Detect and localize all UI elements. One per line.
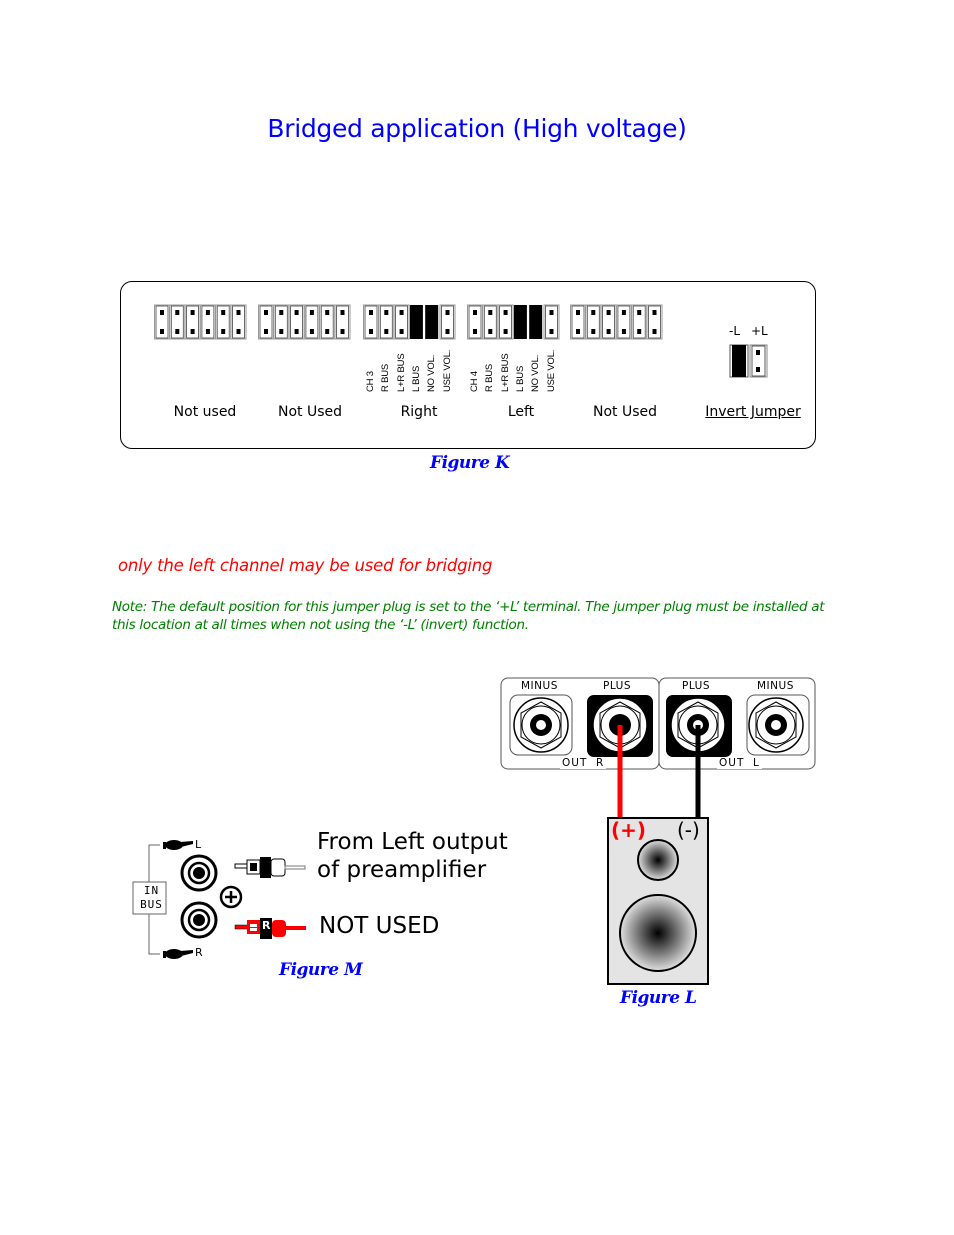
pin-label: L BUS bbox=[410, 365, 422, 392]
binding-post-l-minus bbox=[746, 694, 810, 756]
figure-l-caption: Figure L bbox=[620, 988, 697, 1008]
jumper-pin-5-5[interactable] bbox=[631, 304, 648, 340]
jumper-pin-5-3[interactable] bbox=[600, 304, 617, 340]
jumper-pin-5-6[interactable] bbox=[646, 304, 663, 340]
jumper-pin-3-1[interactable] bbox=[363, 304, 379, 340]
pointer-hand-l-icon bbox=[163, 840, 193, 850]
pin-label: NO VOL. bbox=[426, 354, 438, 392]
label-r-plus: PLUS bbox=[603, 680, 632, 692]
group-label-5: Not Used bbox=[592, 404, 658, 420]
figure-k-caption: Figure K bbox=[430, 453, 510, 473]
jumper-pin-3-5[interactable] bbox=[425, 305, 439, 339]
jumper-group-5 bbox=[570, 304, 663, 340]
jack-label-r: R bbox=[195, 946, 203, 959]
jumper-pin-2-2[interactable] bbox=[273, 304, 290, 340]
jumper-pin-4-1[interactable] bbox=[467, 304, 483, 340]
jumper-pin-4-4[interactable] bbox=[513, 305, 527, 339]
figure-m-caption: Figure M bbox=[279, 960, 363, 980]
speaker-plus-label: (+) bbox=[611, 818, 647, 842]
jumper-group-2 bbox=[258, 304, 351, 340]
jumper-pin-5-2[interactable] bbox=[585, 304, 602, 340]
in-bus-label-bus: BUS bbox=[140, 898, 163, 911]
jumper-pin-2-4[interactable] bbox=[303, 304, 320, 340]
group-label-right: Right bbox=[400, 404, 438, 420]
in-bus-label-in: IN bbox=[143, 884, 160, 897]
pin-label: CH 3 bbox=[365, 371, 376, 392]
jumper-pin-1-6[interactable] bbox=[230, 304, 247, 340]
jumper-pin-2-6[interactable] bbox=[334, 304, 351, 340]
label-out-r: OUT R bbox=[560, 757, 607, 769]
pointer-hand-r-icon bbox=[163, 949, 193, 959]
plus-circle-icon bbox=[219, 885, 243, 909]
label-l-minus: MINUS bbox=[757, 680, 794, 692]
jumper-pin-5-1[interactable] bbox=[570, 304, 586, 340]
group-label-1: Not used bbox=[173, 404, 237, 420]
invert-pin-2[interactable] bbox=[749, 344, 768, 378]
pin-label: USE VOL. bbox=[545, 349, 557, 392]
jumper-pin-3-6[interactable] bbox=[439, 304, 456, 340]
jumper-group-4 bbox=[467, 304, 560, 340]
group-label-2: Not Used bbox=[277, 404, 343, 420]
tweeter bbox=[637, 839, 679, 881]
jumper-pin-1-2[interactable] bbox=[169, 304, 186, 340]
rca-plug-red bbox=[234, 918, 306, 939]
jumper-pin-2-1[interactable] bbox=[258, 304, 274, 340]
jumper-pin-3-3[interactable] bbox=[393, 304, 410, 340]
figure-l-diagram bbox=[500, 677, 816, 985]
jumper-pin-1-1[interactable] bbox=[154, 304, 170, 340]
speaker-cabinet bbox=[607, 817, 709, 985]
invert-pin-1[interactable] bbox=[729, 344, 749, 378]
pin-label: CH 4 bbox=[469, 371, 480, 392]
jumper-pin-4-6[interactable] bbox=[543, 304, 560, 340]
of-preamplifier-text: of preamplifier bbox=[317, 857, 487, 883]
from-left-output-text: From Left output bbox=[317, 829, 508, 855]
pin-label: NO VOL. bbox=[530, 354, 542, 392]
label-r-minus: MINUS bbox=[521, 680, 558, 692]
jumper-pin-5-4[interactable] bbox=[615, 304, 632, 340]
jumper-pin-3-2[interactable] bbox=[378, 304, 395, 340]
speaker-minus-label: (-) bbox=[677, 818, 700, 842]
invert-jumper-label: Invert Jumper bbox=[705, 404, 801, 420]
pin-label: L BUS bbox=[514, 365, 526, 392]
jumper-note: Note: The default position for this jump… bbox=[112, 599, 825, 633]
pin-label: L+R BUS bbox=[395, 353, 407, 392]
pin-label: L+R BUS bbox=[499, 353, 511, 392]
jumper-pin-2-3[interactable] bbox=[288, 304, 305, 340]
pin-label: USE VOL. bbox=[441, 349, 453, 392]
invert-jumper-block bbox=[729, 344, 768, 378]
jack-label-l: L bbox=[195, 838, 202, 851]
rca-plug-white bbox=[234, 857, 306, 878]
jumper-pin-3-4[interactable] bbox=[409, 305, 423, 339]
label-l-plus: PLUS bbox=[682, 680, 711, 692]
jumper-group-3 bbox=[363, 304, 456, 340]
woofer bbox=[619, 894, 697, 972]
plug-r-letter: R bbox=[262, 919, 271, 932]
group-label-left: Left bbox=[507, 404, 535, 420]
not-used-text: NOT USED bbox=[319, 913, 440, 939]
jumper-pin-1-5[interactable] bbox=[215, 304, 232, 340]
jumper-pin-4-2[interactable] bbox=[482, 304, 499, 340]
jumper-pin-2-5[interactable] bbox=[319, 304, 336, 340]
bridging-warning: only the left channel may be used for br… bbox=[118, 556, 493, 575]
label-out-l: OUT L bbox=[717, 757, 762, 769]
terminal-label-minus-l: -L bbox=[729, 324, 741, 338]
pin-label: R BUS bbox=[484, 363, 496, 392]
jumper-pin-1-3[interactable] bbox=[184, 304, 201, 340]
jumper-pin-4-5[interactable] bbox=[529, 305, 543, 339]
rca-jack-l bbox=[180, 854, 218, 892]
jumper-group-1 bbox=[154, 304, 247, 340]
rca-jack-r bbox=[180, 901, 218, 939]
jumper-pin-1-4[interactable] bbox=[199, 304, 216, 340]
pin-label: R BUS bbox=[380, 363, 392, 392]
jumper-pin-4-3[interactable] bbox=[497, 304, 514, 340]
binding-post-r-minus bbox=[509, 694, 573, 756]
terminal-label-plus-l: +L bbox=[751, 324, 768, 338]
